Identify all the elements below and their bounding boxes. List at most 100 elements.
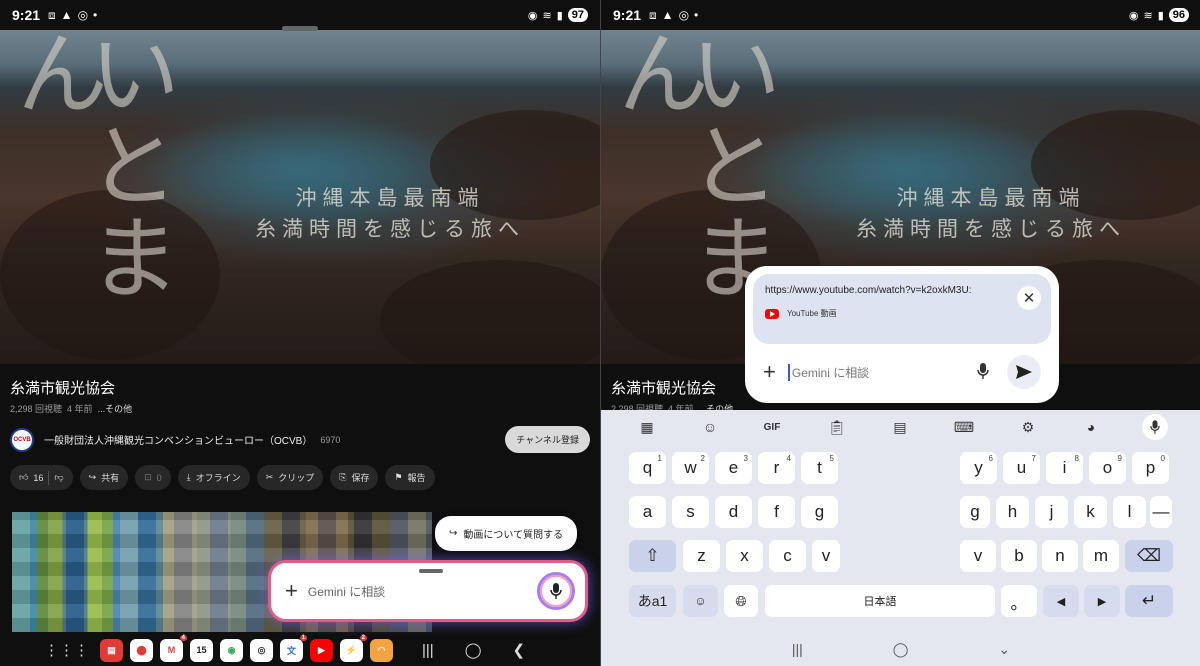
ask-about-video-button[interactable]: ↪ 動画について質問する <box>435 516 578 551</box>
status-bar: 9:21 ⧈ ▲ ◎ • ◉ ≋ ▮ 96 <box>601 0 1200 30</box>
key-label: o <box>1102 458 1113 477</box>
key-e[interactable]: e3 <box>715 452 752 484</box>
key-p[interactable]: p0 <box>1132 452 1169 484</box>
like-dislike-chip[interactable]: 👍︎ 16 👎︎ <box>10 465 73 490</box>
recents-button[interactable]: ||| <box>422 642 434 659</box>
language-key[interactable]: あa1 <box>629 585 676 617</box>
redirect-arrow-icon: ↪ <box>449 528 458 539</box>
maps-app-icon[interactable]: ⬤ <box>130 638 153 662</box>
cursor-left-key[interactable]: ◀ <box>1043 585 1079 617</box>
key-w[interactable]: w2 <box>672 452 709 484</box>
key-j[interactable]: j <box>1035 496 1068 528</box>
globe-key[interactable]: 🌐︎ <box>724 585 758 617</box>
settings-icon[interactable]: ⚙ <box>1017 416 1039 438</box>
add-icon[interactable]: + <box>763 359 776 385</box>
share-button[interactable]: ↪ 共有 <box>79 465 129 490</box>
backspace-key[interactable]: ⌫ <box>1125 540 1173 572</box>
dislike-icon[interactable]: 👎︎ <box>54 472 63 483</box>
sticker-icon[interactable]: ☺ <box>699 416 721 438</box>
key-q[interactable]: q1 <box>629 452 666 484</box>
podcast-app-icon[interactable]: ◠ <box>370 638 393 662</box>
key-y[interactable]: y6 <box>960 452 997 484</box>
home-button[interactable]: ◯ <box>465 641 482 659</box>
key-x[interactable]: x <box>726 540 763 572</box>
key-d[interactable]: d <box>715 496 752 528</box>
gif-button[interactable]: GIF <box>761 416 783 438</box>
chrome-app-icon[interactable]: ◉ <box>220 638 243 662</box>
remix-button[interactable]: ⊡ 0 <box>135 465 171 490</box>
channel-name[interactable]: 一般財団法人沖縄観光コンベンションビューロー（OCVB） <box>44 432 312 447</box>
key-f[interactable]: f <box>758 496 795 528</box>
signal-icon: ▮ <box>1157 9 1164 22</box>
video-caption-line2: 糸満時間を感じる旅へ <box>856 217 1126 241</box>
avatar[interactable]: OCVB <box>10 427 34 452</box>
gemini-input[interactable]: Gemini に相談 <box>787 363 869 381</box>
clip-button[interactable]: ✂ クリップ <box>256 465 324 490</box>
like-icon[interactable]: 👍︎ <box>19 472 28 483</box>
youtube-app-icon[interactable]: ▶ <box>310 638 333 662</box>
key-o[interactable]: o9 <box>1089 452 1126 484</box>
key-i[interactable]: i8 <box>1046 452 1083 484</box>
recents-button[interactable]: ||| <box>792 641 803 657</box>
home-button[interactable]: ◯ <box>893 641 909 658</box>
add-icon[interactable]: + <box>285 578 298 604</box>
offline-button[interactable]: ⤓ オフライン <box>177 465 250 490</box>
more-link[interactable]: ...その他 <box>98 404 133 414</box>
hide-keyboard-icon[interactable]: ⌄ <box>998 641 1010 658</box>
attached-link-card[interactable]: https://www.youtube.com/watch?v=k2oxkM3U… <box>753 274 1051 344</box>
key-u[interactable]: u7 <box>1003 452 1040 484</box>
key-c[interactable]: c <box>769 540 806 572</box>
key-dash[interactable]: — <box>1150 496 1172 528</box>
report-button[interactable]: ⚑ 報告 <box>385 465 435 490</box>
shift-key[interactable]: ⇧ <box>629 540 676 572</box>
messenger-app-icon[interactable]: ⚡ 2 <box>340 634 367 662</box>
keypad-icon[interactable]: ▤ <box>889 416 911 438</box>
camera-app-icon[interactable]: ◎ <box>250 638 273 662</box>
app-drawer-icon[interactable]: ⋮⋮⋮ <box>44 641 89 659</box>
key-r[interactable]: r4 <box>758 452 795 484</box>
gmail-app-icon[interactable]: M4 <box>160 634 187 662</box>
mic-button[interactable] <box>537 572 575 610</box>
key-n[interactable]: n <box>1042 540 1078 572</box>
emoji-key[interactable]: ☺ <box>683 585 718 617</box>
key-z[interactable]: z <box>683 540 720 572</box>
key-s[interactable]: s <box>672 496 709 528</box>
space-key[interactable]: 日本語 <box>765 585 995 617</box>
translate-app-icon[interactable]: 文1 <box>280 634 307 662</box>
send-button[interactable] <box>1007 355 1041 389</box>
palette-icon[interactable]: ◕ <box>1080 416 1102 438</box>
enter-key[interactable]: ↵ <box>1125 585 1173 617</box>
key-t[interactable]: t5 <box>801 452 838 484</box>
back-button[interactable]: ❮ <box>513 641 526 659</box>
key-v[interactable]: v <box>812 540 840 572</box>
gemini-drag-handle[interactable] <box>419 569 443 573</box>
key-v-right[interactable]: v <box>960 540 996 572</box>
period-key[interactable]: 。 <box>1001 585 1037 617</box>
subscribe-button[interactable]: チャンネル登録 <box>505 426 590 453</box>
clipboard-icon[interactable]: 📋︎ <box>826 416 848 438</box>
cursor-right-key[interactable]: ▶ <box>1084 585 1120 617</box>
gemini-overlay-bar[interactable]: + Gemini に相談 <box>268 560 588 622</box>
keyboard-icon[interactable]: ⌨ <box>953 416 975 438</box>
apps-icon[interactable]: ▦ <box>636 416 658 438</box>
video-player[interactable]: いとまん 沖縄本島最南端 糸満時間を感じる旅へ <box>0 30 600 364</box>
video-meta[interactable]: 2,298 回視聴 4 年前 ...その他 <box>10 402 132 415</box>
key-b[interactable]: b <box>1001 540 1037 572</box>
calendar-day: 15 <box>196 645 207 655</box>
key-k[interactable]: k <box>1074 496 1107 528</box>
close-icon[interactable]: ✕ <box>1017 286 1041 310</box>
gemini-input[interactable]: Gemini に相談 <box>308 583 385 600</box>
key-g-right[interactable]: g <box>960 496 990 528</box>
key-a[interactable]: a <box>629 496 666 528</box>
key-l[interactable]: l <box>1113 496 1146 528</box>
mic-icon[interactable] <box>1142 414 1168 440</box>
battery-level: 96 <box>1168 8 1189 22</box>
key-m[interactable]: m <box>1083 540 1119 572</box>
key-h[interactable]: h <box>996 496 1029 528</box>
mic-icon[interactable] <box>977 362 989 382</box>
key-g[interactable]: g <box>801 496 838 528</box>
key-hint: 6 <box>988 454 993 463</box>
notes-app-icon[interactable]: ▤ <box>100 638 123 662</box>
calendar-app-icon[interactable]: 15 <box>190 638 213 662</box>
save-button[interactable]: ⎘ 保存 <box>330 465 379 490</box>
